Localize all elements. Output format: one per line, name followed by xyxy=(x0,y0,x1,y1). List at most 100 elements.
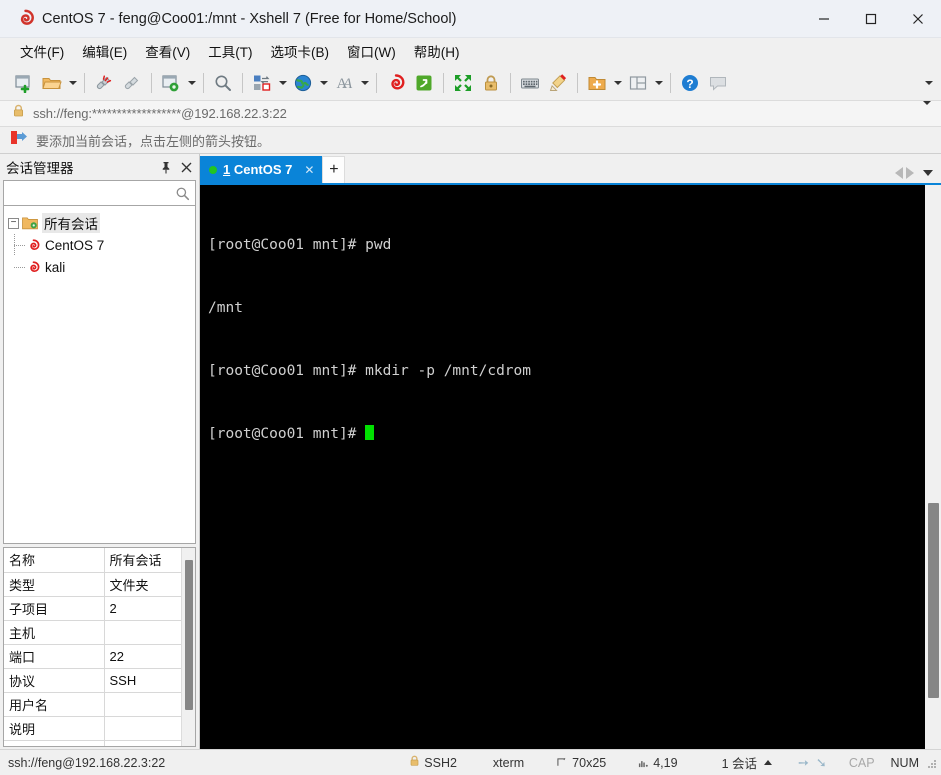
notification-bar: 要添加当前会话，点击左侧的箭头按钮。 xyxy=(0,127,941,154)
pin-icon[interactable] xyxy=(157,158,175,176)
arrow-down-icon: ➘ xyxy=(815,754,827,770)
app-logo-icon xyxy=(10,9,40,28)
xshell-icon[interactable] xyxy=(382,69,410,97)
maximize-button[interactable] xyxy=(847,0,894,38)
tree-item-kali[interactable]: kali xyxy=(4,256,195,278)
property-value xyxy=(104,716,188,741)
property-key xyxy=(4,740,105,746)
table-row: 端口 22 xyxy=(4,644,188,669)
tree-collapse-toggle[interactable]: − xyxy=(8,217,19,229)
chevron-right-icon[interactable] xyxy=(906,167,914,179)
property-key: 名称 xyxy=(4,548,105,573)
globe-dropdown-icon[interactable] xyxy=(317,69,330,97)
transfer-dropdown-icon[interactable] xyxy=(276,69,289,97)
close-icon[interactable] xyxy=(177,158,195,176)
properties-scrollbar[interactable] xyxy=(181,548,195,746)
property-value: 22 xyxy=(104,644,188,669)
table-row: 主机 xyxy=(4,620,188,645)
status-url: ssh://feng@192.168.22.3:22 xyxy=(8,755,166,770)
status-transfer-indicators: ➙ ➘ xyxy=(798,755,827,771)
arrow-up-icon: ➙ xyxy=(798,754,809,770)
reconnect-icon[interactable] xyxy=(118,69,146,97)
tree-root-all-sessions[interactable]: − 所有会话 xyxy=(4,212,195,234)
add-folder-icon[interactable] xyxy=(583,69,611,97)
resize-grip-icon[interactable] xyxy=(925,757,937,769)
highlight-icon[interactable] xyxy=(544,69,572,97)
find-icon[interactable] xyxy=(209,69,237,97)
menu-window[interactable]: 窗口(W) xyxy=(338,38,405,64)
toolbar-separator xyxy=(443,72,444,93)
font-dropdown-icon[interactable] xyxy=(358,69,371,97)
tab-close-icon[interactable]: ✕ xyxy=(302,163,316,177)
property-key: 用户名 xyxy=(4,692,105,717)
property-key: 主机 xyxy=(4,620,105,645)
status-bar: ssh://feng@192.168.22.3:22 SSH2 xterm 70… xyxy=(0,749,941,775)
address-bar[interactable]: ssh://feng:******************@192.168.22… xyxy=(0,100,941,127)
comment-icon[interactable] xyxy=(704,69,732,97)
property-value: 文件夹 xyxy=(104,572,188,597)
transfer-file-icon[interactable] xyxy=(248,69,276,97)
terminal-scrollbar[interactable] xyxy=(924,185,941,749)
font-icon[interactable]: A A xyxy=(330,69,358,97)
fullscreen-icon[interactable] xyxy=(449,69,477,97)
minimize-button[interactable] xyxy=(800,0,847,38)
terminal-line: [root@Coo01 mnt]# xyxy=(208,426,366,442)
session-properties-icon[interactable] xyxy=(157,69,185,97)
help-icon[interactable]: ? xyxy=(676,69,704,97)
status-protocol: SSH2 xyxy=(409,755,457,770)
toolbar-separator xyxy=(242,72,243,93)
session-search-box[interactable] xyxy=(3,180,196,206)
menu-help[interactable]: 帮助(H) xyxy=(405,38,469,64)
session-tree[interactable]: − 所有会话 CentOS 7 kali xyxy=(3,206,196,544)
menu-tabs[interactable]: 选项卡(B) xyxy=(262,38,339,64)
window-title: CentOS 7 - feng@Coo01:/mnt - Xshell 7 (F… xyxy=(42,10,457,27)
xftp-icon[interactable] xyxy=(410,69,438,97)
property-value xyxy=(104,740,188,746)
terminal-output[interactable]: [root@Coo01 mnt]# pwd /mnt [root@Coo01 m… xyxy=(200,185,924,749)
new-session-icon[interactable] xyxy=(10,69,38,97)
menubar: 文件(F) 编辑(E) 查看(V) 工具(T) 选项卡(B) 窗口(W) 帮助(… xyxy=(0,38,941,65)
session-properties-dropdown-icon[interactable] xyxy=(185,69,198,97)
keyboard-icon[interactable] xyxy=(516,69,544,97)
layout-dropdown-icon[interactable] xyxy=(652,69,665,97)
menu-edit[interactable]: 编辑(E) xyxy=(73,38,136,64)
resize-icon xyxy=(557,757,568,768)
session-manager-title: 会话管理器 xyxy=(6,161,74,176)
menu-tools[interactable]: 工具(T) xyxy=(199,38,261,64)
lock-icon[interactable] xyxy=(477,69,505,97)
menu-file[interactable]: 文件(F) xyxy=(11,38,73,64)
chevron-up-icon[interactable] xyxy=(764,760,773,765)
status-sessions[interactable]: 1 会话 xyxy=(722,753,773,772)
toolbar-overflow-button[interactable] xyxy=(925,65,933,101)
disconnect-icon[interactable] xyxy=(90,69,118,97)
table-row: 类型 文件夹 xyxy=(4,572,188,597)
layout-icon[interactable] xyxy=(624,69,652,97)
tree-item-centos7[interactable]: CentOS 7 xyxy=(4,234,195,256)
tab-centos7[interactable]: 1 CentOS 7 ✕ xyxy=(200,156,323,183)
terminal-line: /mnt xyxy=(208,300,243,316)
close-button[interactable] xyxy=(894,0,941,38)
globe-icon[interactable] xyxy=(289,69,317,97)
address-dropdown-icon[interactable] xyxy=(923,100,931,123)
toolbar: A A ? xyxy=(0,65,941,101)
tab-index: 1 xyxy=(223,162,231,177)
search-icon[interactable] xyxy=(175,186,195,201)
add-folder-dropdown-icon[interactable] xyxy=(611,69,624,97)
new-tab-button[interactable]: + xyxy=(322,156,346,183)
toolbar-separator xyxy=(670,72,671,93)
terminal-line: [root@Coo01 mnt]# mkdir -p /mnt/cdrom xyxy=(208,363,532,379)
search-input[interactable] xyxy=(4,186,175,200)
session-properties-table[interactable]: 名称 所有会话 类型 文件夹 子项目 2 主机 端口 22 协议 SSH 用户名… xyxy=(3,547,196,747)
chevron-down-icon[interactable] xyxy=(923,170,933,176)
property-value: 所有会话 xyxy=(104,548,188,573)
open-folder-icon[interactable] xyxy=(38,69,66,97)
session-manager-header: 会话管理器 xyxy=(0,154,199,180)
menu-view[interactable]: 查看(V) xyxy=(136,38,199,64)
tree-item-label: CentOS 7 xyxy=(45,237,105,253)
terminal-area: 1 CentOS 7 ✕ + [root@Coo01 mnt]# pwd /mn… xyxy=(200,154,941,749)
xshell-session-icon xyxy=(26,238,41,253)
chevron-left-icon[interactable] xyxy=(895,167,903,179)
terminal-prompt-line: [root@Coo01 mnt]# xyxy=(208,424,924,445)
open-folder-dropdown-icon[interactable] xyxy=(66,69,79,97)
toolbar-separator xyxy=(203,72,204,93)
